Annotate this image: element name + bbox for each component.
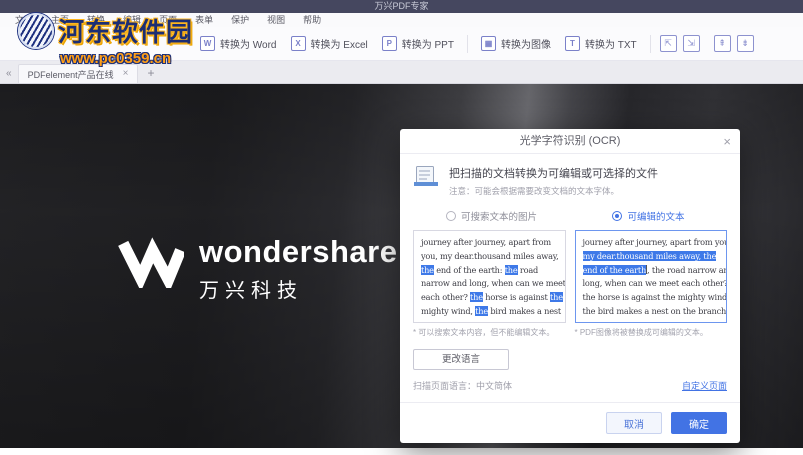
convert-to-txt-button[interactable]: T 转换为 TXT [558, 32, 644, 56]
tab-close-icon[interactable]: × [123, 69, 129, 79]
convert-to-ppt-label: 转换为 PPT [401, 40, 454, 51]
change-language-button[interactable]: 更改语言 [413, 349, 509, 370]
new-tab-button[interactable]: + [147, 67, 154, 79]
convert-to-image-button[interactable]: ▦ 转换为图像 [474, 32, 558, 56]
dialog-note: 注意：可能会根据需要改变文档的文本字体。 [449, 186, 620, 196]
preview-searchable-panel[interactable]: journey after journey, apart from you, my… [413, 230, 566, 323]
cancel-button[interactable]: 取消 [606, 412, 662, 434]
watermark-site-name: 河东软件园 [58, 17, 194, 47]
footnote-editable: * PDF图像将被替换成可编辑的文本。 [574, 328, 708, 337]
txt-file-icon: T [564, 36, 580, 51]
page-import-icon: ⇲ [687, 38, 695, 48]
watermark-url: www.pc0359.cn [60, 50, 172, 67]
convert-to-excel-button[interactable]: X 转换为 Excel [284, 32, 375, 56]
convert-to-word-button[interactable]: W 转换为 Word [193, 32, 284, 56]
convert-to-image-label: 转换为图像 [500, 40, 551, 51]
dialog-title: 光学字符识别 (OCR) [519, 135, 621, 147]
page-export-icon: ⇱ [664, 38, 672, 48]
radio-searchable-label: 可搜索文本的图片 [460, 212, 537, 223]
confirm-button[interactable]: 确定 [671, 412, 727, 434]
wondershare-brand: wondershare 万兴科技 [118, 230, 397, 303]
convert-extra-button-1[interactable]: ⇱ [659, 35, 677, 52]
convert-to-excel-label: 转换为 Excel [310, 40, 368, 51]
watermark-logo-icon [18, 12, 54, 49]
excel-file-icon: X [290, 36, 306, 51]
convert-to-txt-label: 转换为 TXT [584, 40, 637, 51]
window-title: 万兴PDF专家 [374, 1, 429, 11]
toolbar-divider [466, 34, 468, 53]
app-window: 万兴PDF专家 文件 主页 转换 编辑 页面 表单 保护 视图 帮助 W 转换为… [0, 0, 803, 455]
collapse-chevron-icon[interactable]: « [6, 68, 12, 79]
menu-item-view[interactable]: 视图 [258, 13, 294, 27]
page-up-icon: ⇞ [718, 38, 726, 48]
word-file-icon: W [200, 36, 215, 51]
menu-item-help[interactable]: 帮助 [294, 13, 330, 27]
scanner-icon [414, 166, 438, 186]
bottom-strip [0, 448, 803, 455]
brand-chinese-name: 万兴科技 [199, 280, 303, 302]
toolbar-divider [649, 34, 651, 53]
radio-dot-icon [612, 211, 623, 221]
wondershare-logo-icon [118, 237, 184, 288]
language-label: 扫描页面语言：中文简体 [413, 381, 513, 391]
dialog-headline: 把扫描的文档转换为可编辑或可选择的文件 [449, 168, 658, 180]
dialog-header: 光学字符识别 (OCR) × [400, 129, 740, 154]
ocr-dialog: 光学字符识别 (OCR) × 把扫描的文档转换为可编辑或可选择的文件 注意：可能… [400, 129, 740, 443]
radio-editable-label: 可编辑的文本 [627, 212, 685, 223]
brand-wordmark: wondershare [199, 234, 398, 269]
tab-label: PDFelement产品在线 [27, 69, 114, 80]
custom-pages-link[interactable]: 自定义页面 [682, 379, 727, 392]
dialog-close-icon[interactable]: × [723, 129, 731, 154]
site-watermark: 河东软件园 www.pc0359.cn [18, 12, 193, 67]
radio-editable-text[interactable]: 可编辑的文本 [570, 209, 727, 223]
convert-to-ppt-button[interactable]: P 转换为 PPT [375, 32, 461, 56]
convert-to-word-label: 转换为 Word [220, 40, 277, 51]
dialog-footer: 取消 确定 [400, 402, 740, 443]
page-down-icon: ⇟ [741, 38, 749, 48]
image-file-icon: ▦ [480, 36, 496, 51]
convert-extra-button-2[interactable]: ⇲ [682, 35, 700, 52]
footnote-searchable: * 可以搜索文本内容，但不能编辑文本。 [413, 328, 555, 337]
convert-extra-button-3[interactable]: ⇞ [713, 35, 731, 52]
menu-item-protect[interactable]: 保护 [222, 13, 258, 27]
convert-extra-button-4[interactable]: ⇟ [736, 35, 754, 52]
preview-editable-panel[interactable]: journey after journey, apart from you, my… [574, 230, 727, 323]
radio-circle-icon [445, 211, 456, 221]
radio-searchable-image[interactable]: 可搜索文本的图片 [413, 209, 570, 223]
ppt-file-icon: P [381, 36, 397, 51]
